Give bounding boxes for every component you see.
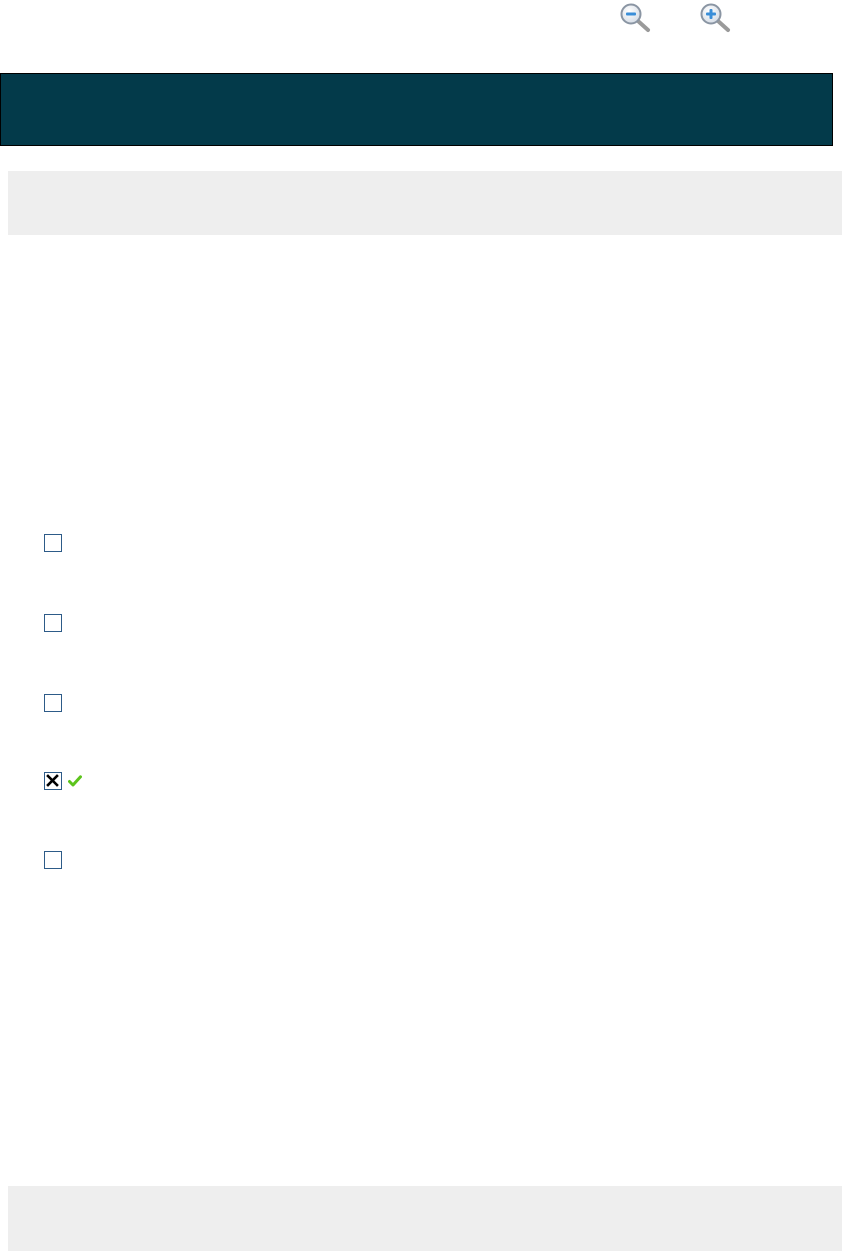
zoom-out-button[interactable] (617, 0, 651, 34)
answer-checkbox-5[interactable] (44, 851, 62, 869)
answer-checkbox-3[interactable] (44, 694, 62, 712)
answer-checkbox-1[interactable] (44, 534, 62, 552)
zoom-in-icon (700, 3, 730, 32)
answer-option-2 (44, 613, 62, 633)
answer-option-3 (44, 693, 62, 713)
zoom-out-icon (620, 3, 650, 32)
checked-x-mark-icon (46, 774, 59, 787)
zoom-in-button[interactable] (697, 0, 731, 34)
header-bar (0, 73, 833, 146)
answer-option-5 (44, 850, 62, 870)
subheader-panel (8, 171, 842, 235)
answer-option-4 (44, 771, 82, 791)
answer-checkbox-2[interactable] (44, 614, 62, 632)
answer-checkbox-4[interactable] (44, 772, 62, 790)
footer-panel (8, 1186, 842, 1251)
answer-option-1 (44, 533, 62, 553)
correct-checkmark-icon (68, 775, 82, 787)
